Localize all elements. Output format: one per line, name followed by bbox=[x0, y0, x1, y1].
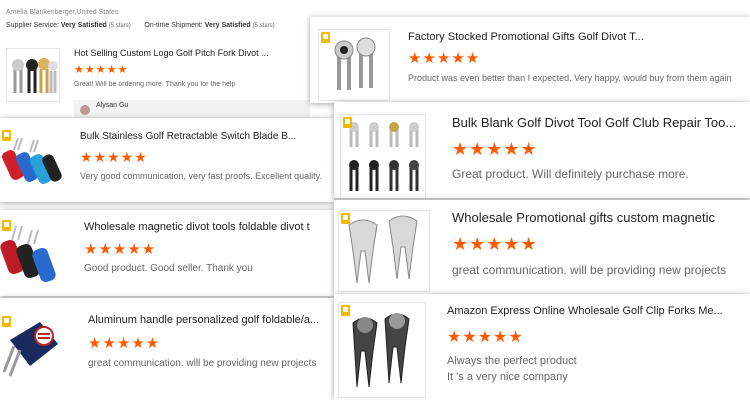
gold-supplier-badge-icon bbox=[2, 316, 11, 327]
star-rating: ★★★★★ bbox=[447, 329, 524, 346]
review-text: Always the perfect product bbox=[447, 355, 577, 367]
divot-tool-image bbox=[348, 215, 418, 284]
product-title[interactable]: Bulk Blank Golf Divot Tool Golf Club Rep… bbox=[452, 115, 742, 130]
gold-supplier-badge-icon bbox=[341, 213, 350, 224]
star-rating: ★★★★★ bbox=[84, 241, 157, 258]
product-thumbnail[interactable] bbox=[338, 302, 426, 398]
product-thumbnail[interactable] bbox=[6, 48, 60, 102]
star-rating: ★★★★★ bbox=[80, 149, 148, 165]
review-card[interactable]: Hot Selling Custom Logo Golf Pitch Fork … bbox=[0, 40, 310, 108]
review-text: Product was even better than I expected.… bbox=[408, 73, 732, 83]
divot-tool-grid-image bbox=[349, 122, 419, 191]
review-text: great communication. will be providing n… bbox=[452, 263, 727, 277]
product-thumbnail[interactable] bbox=[0, 314, 70, 386]
product-title[interactable]: Aluminum handle personalized golf foldab… bbox=[88, 314, 332, 326]
star-rating: ★★★★★ bbox=[74, 64, 129, 76]
product-thumbnail[interactable] bbox=[0, 128, 62, 194]
supplier-service-stars: (5 stars) bbox=[108, 23, 131, 29]
product-title[interactable]: Wholesale magnetic divot tools foldable … bbox=[84, 221, 330, 233]
product-thumbnail[interactable] bbox=[318, 29, 390, 101]
gold-supplier-badge-icon bbox=[343, 117, 352, 128]
gold-supplier-badge-icon bbox=[2, 130, 11, 141]
star-rating: ★★★★★ bbox=[88, 335, 161, 352]
product-title[interactable]: Hot Selling Custom Logo Golf Pitch Fork … bbox=[74, 48, 304, 58]
review-text-line-2: It 's a very nice company bbox=[447, 371, 568, 383]
shipment-stars: (5 stars) bbox=[252, 23, 275, 29]
review-card[interactable]: Wholesale magnetic divot tools foldable … bbox=[0, 210, 334, 296]
reviewer-name: Amelia Blankenberger,United States bbox=[6, 9, 119, 16]
product-thumbnail[interactable] bbox=[340, 114, 426, 198]
star-rating: ★★★★★ bbox=[452, 234, 538, 254]
gold-supplier-badge-icon bbox=[2, 220, 11, 231]
review-text: Good product. Good seller. Thank you bbox=[84, 263, 253, 274]
avatar bbox=[80, 105, 90, 115]
review-text: Great! Will be ordering more. Thank you … bbox=[74, 81, 236, 88]
product-thumbnail[interactable] bbox=[338, 210, 430, 292]
review-card[interactable]: Amazon Express Online Wholesale Golf Cli… bbox=[334, 294, 750, 400]
product-title[interactable]: Amazon Express Online Wholesale Golf Cli… bbox=[447, 305, 747, 317]
star-rating: ★★★★★ bbox=[452, 139, 538, 159]
rating-summary: Supplier Service: Very Satisfied (5 star… bbox=[6, 22, 275, 29]
review-card[interactable]: Aluminum handle personalized golf foldab… bbox=[0, 298, 334, 400]
review-card[interactable]: Bulk Stainless Golf Retractable Switch B… bbox=[0, 118, 334, 202]
shipment-value: Very Satisfied bbox=[204, 22, 251, 29]
review-text: great communication. will be providing n… bbox=[88, 358, 317, 369]
reply-box: Alysan Gu bbox=[74, 100, 310, 118]
review-card[interactable]: Bulk Blank Golf Divot Tool Golf Club Rep… bbox=[334, 102, 750, 198]
review-text: Very good communication, very fast proof… bbox=[80, 171, 322, 181]
review-card[interactable]: Factory Stocked Promotional Gifts Golf D… bbox=[310, 17, 750, 103]
gold-supplier-badge-icon bbox=[321, 32, 330, 43]
product-title[interactable]: Factory Stocked Promotional Gifts Golf D… bbox=[408, 31, 738, 43]
product-title[interactable]: Bulk Stainless Golf Retractable Switch B… bbox=[80, 131, 320, 142]
supplier-service-label: Supplier Service: bbox=[6, 22, 59, 29]
supplier-service-value: Very Satisfied bbox=[60, 22, 107, 29]
star-rating: ★★★★★ bbox=[408, 50, 481, 67]
divot-tool-image bbox=[12, 58, 58, 93]
divot-tool-image bbox=[352, 313, 410, 388]
review-card[interactable]: Wholesale Promotional gifts custom magne… bbox=[334, 200, 750, 294]
product-title[interactable]: Wholesale Promotional gifts custom magne… bbox=[452, 210, 748, 225]
review-text: Great product. Will definitely purchase … bbox=[452, 167, 689, 181]
reply-author: Alysan Gu bbox=[96, 102, 129, 109]
product-thumbnail[interactable] bbox=[0, 218, 64, 292]
shipment-label: On-time Shipment: bbox=[144, 22, 203, 29]
gold-supplier-badge-icon bbox=[341, 305, 350, 316]
